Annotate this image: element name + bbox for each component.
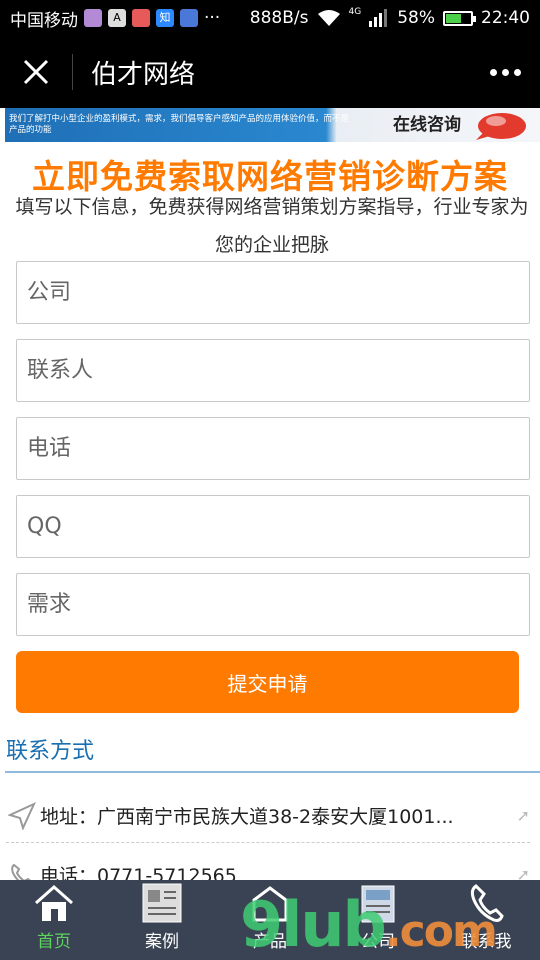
nav-item-contact[interactable]: 联系我 (432, 880, 540, 960)
signal-icon (369, 9, 388, 27)
company-icon (353, 881, 403, 925)
nav-item-home[interactable]: 首页 (0, 880, 108, 960)
title-divider (72, 54, 73, 90)
contact-person-field[interactable] (16, 339, 530, 402)
more-dot-icon (513, 68, 521, 76)
consultation-banner[interactable]: 我们了解打中小型企业的盈利模式，需求，我们倡导客户感知产品的应用体验价值，而不是… (5, 108, 540, 142)
submit-button[interactable]: 提交申请 (16, 651, 519, 713)
needs-field[interactable] (16, 573, 530, 636)
location-arrow-icon (6, 800, 38, 832)
gallery-notification-icon (84, 9, 102, 27)
address-row[interactable]: 地址：广西南宁市民族大道38-2泰安大厦1001... ➚ (6, 789, 530, 843)
company-input[interactable] (17, 262, 529, 323)
banner-text: 我们了解打中小型企业的盈利模式，需求，我们倡导客户感知产品的应用体验价值，而不是… (9, 114, 350, 135)
nav-label-company: 公司 (361, 932, 395, 952)
bottom-nav: 首页 案例 产品 公司 联系我 (0, 880, 540, 960)
nav-label-cases: 案例 (145, 932, 179, 952)
close-icon (23, 59, 49, 85)
cases-icon (137, 881, 187, 925)
phone-input[interactable] (17, 418, 529, 479)
battery-percent: 58% (397, 8, 435, 28)
title-bar: 伯才网络 (0, 36, 540, 108)
contact-section-title: 联系方式 (6, 739, 95, 764)
nav-label-products: 产品 (253, 932, 287, 952)
open-arrow-icon: ➚ (516, 806, 530, 825)
company-field[interactable] (16, 261, 530, 324)
carrier-label: 中国移动 (10, 10, 78, 31)
more-notifications-icon: ··· (204, 8, 221, 28)
contact-divider (5, 771, 540, 773)
home-icon (29, 881, 79, 925)
banner-cta: 在线咨询 (393, 115, 461, 135)
network-speed: 888B/s (249, 8, 309, 28)
chat-bubble-icon (476, 113, 526, 140)
clock: 22:40 (481, 8, 530, 28)
status-bar: 中国移动 A 知 ··· 888B/s 4G 58% 22:40 (0, 0, 540, 36)
zhihu-notification-icon: 知 (156, 9, 174, 27)
address-text: 地址：广西南宁市民族大道38-2泰安大厦1001... (40, 806, 454, 828)
contact-person-input[interactable] (17, 340, 529, 401)
close-button[interactable] (0, 36, 72, 108)
network-type: 4G (348, 7, 362, 17)
nav-label-contact: 联系我 (460, 932, 512, 952)
wifi-icon (317, 10, 340, 26)
more-options-button[interactable] (470, 36, 540, 108)
more-dot-icon (489, 68, 497, 76)
qq-field[interactable] (16, 495, 530, 558)
more-dot-icon (501, 68, 509, 76)
qq-input[interactable] (17, 496, 529, 557)
products-icon (245, 881, 295, 925)
wifi-app-notification-icon (180, 9, 198, 27)
needs-input[interactable] (17, 574, 529, 635)
phone-icon (461, 881, 511, 925)
app-a-notification-icon: A (108, 9, 126, 27)
nav-item-cases[interactable]: 案例 (108, 880, 216, 960)
nav-item-company[interactable]: 公司 (324, 880, 432, 960)
app-notification-icon (132, 9, 150, 27)
nav-label-home: 首页 (37, 932, 71, 952)
phone-field[interactable] (16, 417, 530, 480)
subheadline: 填写以下信息，免费获得网络营销策划方案指导，行业专家为您的企业把脉 (15, 196, 529, 256)
battery-icon (443, 10, 476, 26)
page-title: 伯才网络 (91, 59, 196, 90)
nav-item-products[interactable]: 产品 (216, 880, 324, 960)
